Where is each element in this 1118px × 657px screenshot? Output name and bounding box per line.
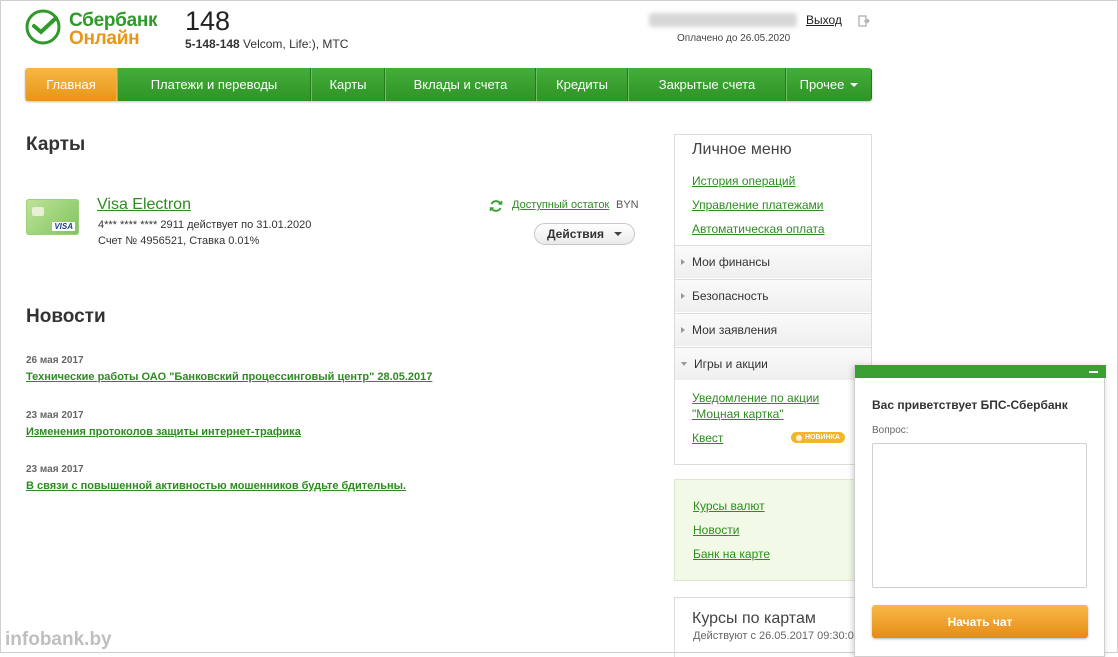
card-actions-label: Действия: [546, 227, 605, 241]
info-link-exchange-rates[interactable]: Курсы валют: [693, 499, 765, 513]
nav-deposits-label: Вклады и счета: [413, 77, 508, 92]
card-image[interactable]: VISA: [26, 199, 79, 235]
chevron-down-icon: [850, 82, 859, 87]
menu-section-label: Безопасность: [692, 289, 769, 303]
sberbank-logo-icon: [25, 9, 61, 45]
info-links-panel: Курсы валют Новости Банк на карте: [674, 479, 872, 581]
currency-code: BYN: [616, 199, 639, 211]
info-link-bank-map[interactable]: Банк на карте: [693, 547, 770, 561]
card-actions-button[interactable]: Действия: [534, 223, 635, 245]
card-number-expiry: 4*** **** **** 2911 действует по 31.01.2…: [98, 219, 312, 231]
card-rates-valid-from: Действуют с 26.05.2017 09:30:00: [693, 630, 860, 642]
chat-greeting: Вас приветствует БПС-Сбербанк: [872, 398, 1068, 412]
nav-credits-label: Кредиты: [556, 77, 608, 92]
chevron-down-icon: [614, 232, 623, 236]
visa-logo: VISA: [52, 222, 75, 231]
chevron-right-icon: [681, 259, 685, 265]
promo-notification-link-cont[interactable]: "Моцная картка": [692, 407, 784, 421]
menu-section-games-promotions[interactable]: Игры и акции: [675, 347, 871, 380]
chat-widget: Вас приветствует БПС-Сбербанк Вопрос: На…: [854, 365, 1106, 657]
nav-payments-label: Платежи и переводы: [150, 77, 278, 92]
menu-link-payment-management[interactable]: Управление платежами: [692, 198, 824, 212]
card-rates-title: Курсы по картам: [692, 610, 816, 627]
cards-heading: Карты: [26, 134, 86, 155]
chevron-right-icon: [681, 327, 685, 333]
refresh-icon[interactable]: [489, 199, 503, 213]
chevron-right-icon: [681, 293, 685, 299]
nav-deposits[interactable]: Вклады и счета: [385, 68, 536, 101]
nav-closed-accounts[interactable]: Закрытые счета: [628, 68, 786, 101]
card-name-link[interactable]: Visa Electron: [97, 196, 191, 214]
news-link[interactable]: Изменения протоколов защиты интернет-тра…: [26, 426, 301, 438]
news-date: 26 мая 2017: [26, 355, 84, 366]
new-badge-label: НОВИНКА: [805, 434, 840, 441]
available-balance-link[interactable]: Доступный остаток: [512, 199, 609, 211]
hotline-long-number: 5-148-148: [185, 37, 240, 51]
menu-section-label: Игры и акции: [694, 357, 768, 371]
nav-closed-accounts-label: Закрытые счета: [658, 77, 756, 92]
chevron-down-icon: [681, 362, 687, 366]
minimize-icon[interactable]: [1089, 371, 1098, 373]
nav-credits[interactable]: Кредиты: [536, 68, 628, 101]
logout-link[interactable]: Выход: [806, 13, 842, 27]
menu-section-label: Мои заявления: [692, 323, 778, 337]
news-link[interactable]: Технические работы ОАО "Банковский проце…: [26, 371, 432, 383]
new-badge: НОВИНКА: [791, 432, 845, 443]
news-date: 23 мая 2017: [26, 410, 84, 421]
sberbank-online-logo[interactable]: Сбербанк Онлайн: [25, 7, 158, 49]
chat-header-bar: [855, 365, 1106, 378]
nav-home-label: Главная: [46, 77, 96, 92]
logout-icon[interactable]: [858, 15, 870, 27]
chat-question-input[interactable]: [872, 443, 1087, 588]
card-chip-icon: [32, 207, 44, 216]
quest-link[interactable]: Квест: [692, 431, 723, 445]
logo-text-online: Онлайн: [69, 28, 140, 49]
badge-dot-icon: [796, 434, 802, 441]
start-chat-button[interactable]: Начать чат: [872, 605, 1088, 638]
card-account-rate: Счет № 4956521, Ставка 0.01%: [98, 235, 260, 247]
hotline-short-number: 148: [185, 6, 231, 36]
news-link[interactable]: В связи с повышенной активностью мошенни…: [26, 480, 406, 492]
news-heading: Новости: [26, 306, 106, 327]
menu-link-operation-history[interactable]: История операций: [692, 174, 795, 188]
nav-payments[interactable]: Платежи и переводы: [117, 68, 311, 101]
nav-other-label: Прочее: [799, 77, 845, 92]
hotline-numbers: 5-148-148 Velcom, Life:), МТС: [185, 37, 348, 51]
nav-other-dropdown[interactable]: Прочее: [786, 68, 872, 101]
nav-home[interactable]: Главная: [25, 68, 117, 101]
chat-question-label: Вопрос:: [872, 425, 909, 436]
news-date: 23 мая 2017: [26, 464, 84, 475]
watermark: infobank.by: [5, 629, 112, 650]
hotline-operators: Velcom, Life:), МТС: [239, 37, 349, 51]
menu-section-security[interactable]: Безопасность: [675, 279, 871, 312]
main-navigation: Главная Платежи и переводы Карты Вклады …: [25, 68, 872, 101]
personal-menu-title: Личное меню: [692, 141, 792, 158]
menu-link-auto-payment[interactable]: Автоматическая оплата: [692, 222, 825, 236]
nav-cards-label: Карты: [329, 77, 367, 92]
promo-notification-link[interactable]: Уведомление по акции: [692, 391, 819, 405]
start-chat-label: Начать чат: [947, 614, 1013, 629]
nav-cards[interactable]: Карты: [311, 68, 385, 101]
menu-section-label: Мои финансы: [692, 255, 770, 269]
personal-menu-panel: Личное меню История операций Управление …: [674, 134, 872, 465]
menu-section-my-applications[interactable]: Мои заявления: [675, 313, 871, 346]
menu-section-my-finances[interactable]: Мои финансы: [675, 245, 871, 278]
user-name-blurred: [649, 13, 797, 27]
info-link-news[interactable]: Новости: [693, 523, 739, 537]
card-rates-panel: Курсы по картам Действуют с 26.05.2017 0…: [674, 597, 872, 657]
subscription-paid-until: Оплачено до 26.05.2020: [677, 33, 791, 44]
